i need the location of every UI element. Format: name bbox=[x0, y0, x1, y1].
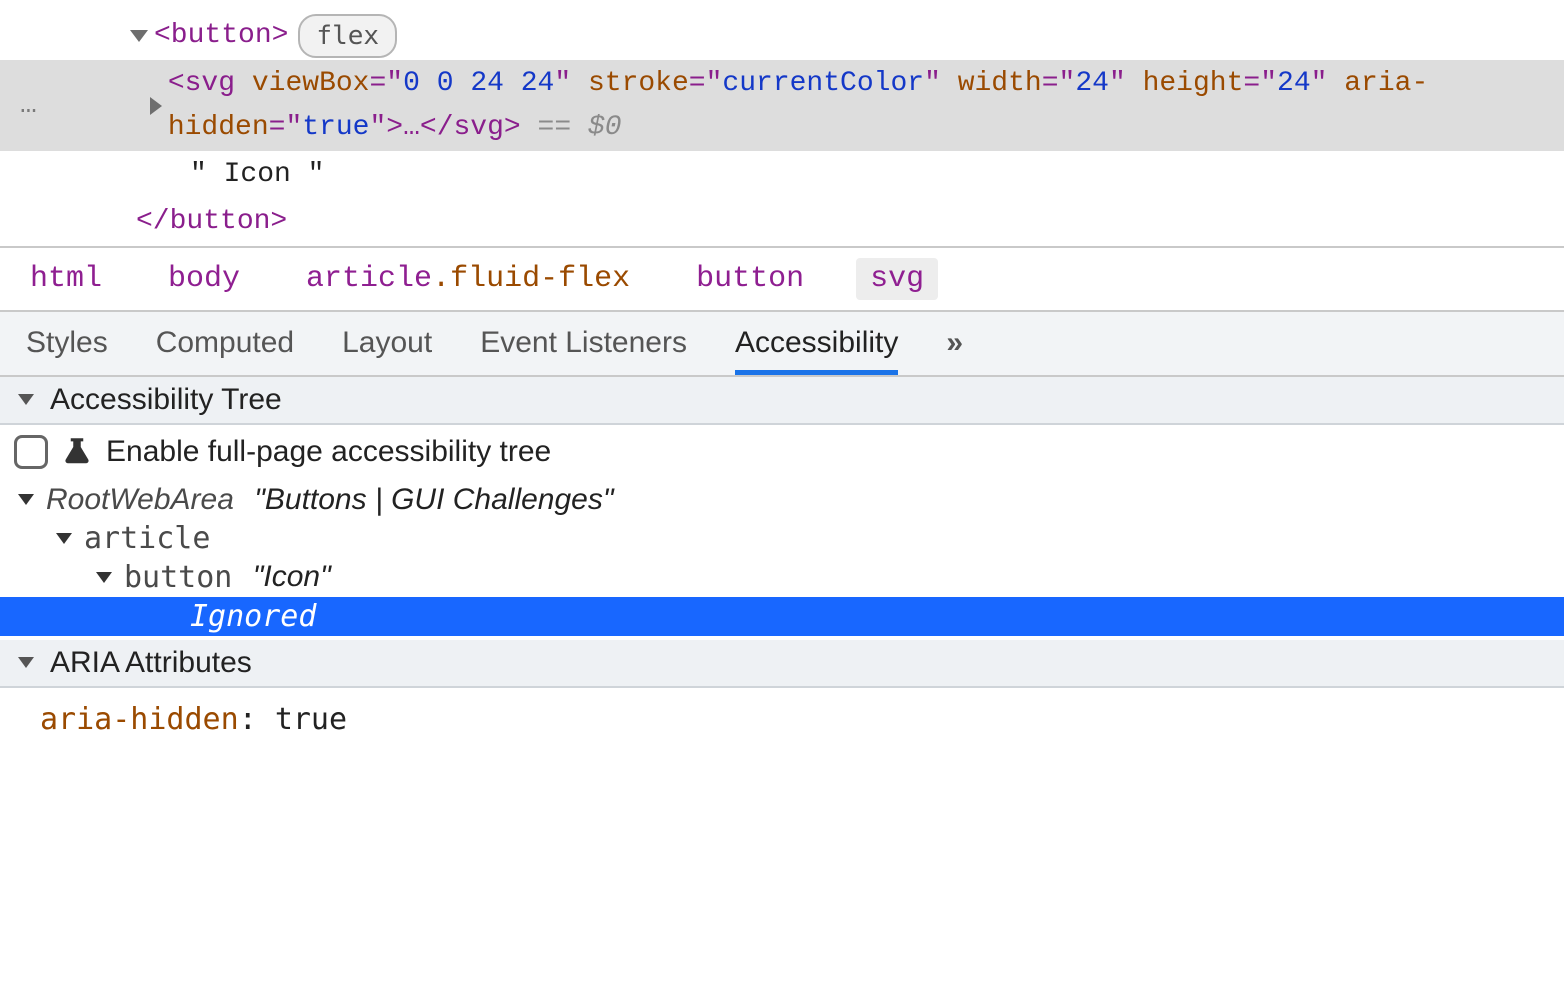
a11y-ignored-node[interactable]: Ignored bbox=[0, 597, 1564, 636]
breadcrumb-body[interactable]: body bbox=[154, 258, 254, 300]
enable-full-page-a11y-label: Enable full-page accessibility tree bbox=[106, 435, 551, 469]
aria-attributes-body: aria-hidden: true bbox=[0, 688, 1564, 755]
breadcrumb-button[interactable]: button bbox=[682, 258, 818, 300]
tab-accessibility[interactable]: Accessibility bbox=[735, 326, 898, 375]
enable-full-page-a11y-tree-row[interactable]: Enable full-page accessibility tree bbox=[0, 425, 1564, 479]
a11y-tree-header[interactable]: Accessibility Tree bbox=[0, 377, 1564, 425]
aria-attr-val: true bbox=[275, 702, 347, 737]
button-close-tag: </button> bbox=[136, 200, 287, 243]
expand-arrow-icon[interactable] bbox=[130, 30, 148, 42]
attr-name: height bbox=[1143, 68, 1244, 99]
attr-value: true bbox=[302, 112, 369, 143]
dom-svg-row[interactable]: … <svg viewBox="0 0 24 24" stroke="curre… bbox=[0, 60, 1564, 151]
collapse-triangle-icon[interactable] bbox=[18, 394, 34, 405]
aria-attributes-header[interactable]: ARIA Attributes bbox=[0, 640, 1564, 688]
attr-value: currentColor bbox=[722, 68, 924, 99]
attr-name: stroke bbox=[588, 68, 689, 99]
collapse-triangle-icon[interactable] bbox=[18, 657, 34, 668]
enable-full-page-a11y-checkbox[interactable] bbox=[14, 435, 48, 469]
aria-attr-key: aria-hidden bbox=[40, 702, 239, 737]
tab-event-listeners[interactable]: Event Listeners bbox=[480, 326, 687, 374]
dom-button-close-row[interactable]: </button> bbox=[0, 198, 1564, 245]
chevron-down-icon[interactable] bbox=[56, 533, 72, 544]
a11y-tree[interactable]: RootWebArea "Buttons | GUI Challenges" a… bbox=[0, 479, 1564, 640]
breadcrumb[interactable]: html body article.fluid-flex button svg bbox=[0, 246, 1564, 312]
elements-subpanels-tabstrip[interactable]: Styles Computed Layout Event Listeners Acces… bbox=[0, 312, 1564, 377]
a11y-article[interactable]: article bbox=[0, 519, 1564, 558]
flex-badge[interactable]: flex bbox=[298, 14, 397, 58]
attr-value: 0 0 24 24 bbox=[403, 68, 554, 99]
a11y-button[interactable]: button "Icon" bbox=[0, 558, 1564, 597]
textnode-icon: " Icon " bbox=[190, 153, 324, 196]
tab-computed[interactable]: Computed bbox=[156, 326, 294, 374]
attr-name: width bbox=[958, 68, 1042, 99]
elements-dom-tree[interactable]: <button> flex … <svg viewBox="0 0 24 24"… bbox=[0, 0, 1564, 246]
breadcrumb-svg[interactable]: svg bbox=[856, 258, 938, 300]
dom-button-open-row[interactable]: <button> flex bbox=[0, 12, 1564, 60]
tab-layout[interactable]: Layout bbox=[342, 326, 432, 374]
dom-textnode-row[interactable]: " Icon " bbox=[0, 151, 1564, 198]
breadcrumb-html[interactable]: html bbox=[16, 258, 116, 300]
a11y-root[interactable]: RootWebArea "Buttons | GUI Challenges" bbox=[0, 481, 1564, 519]
tabs-overflow-icon[interactable]: » bbox=[946, 326, 967, 374]
aria-attributes-header-label: ARIA Attributes bbox=[50, 646, 252, 680]
attr-value: 24 bbox=[1277, 68, 1311, 99]
selected-row-ellipsis-icon[interactable]: … bbox=[10, 84, 70, 127]
svg-tag-source: <svg viewBox="0 0 24 24" stroke="current… bbox=[168, 62, 1564, 149]
tab-styles[interactable]: Styles bbox=[26, 326, 108, 374]
button-open-tag: <button> bbox=[154, 14, 288, 57]
breadcrumb-article[interactable]: article.fluid-flex bbox=[292, 258, 644, 300]
attr-value: 24 bbox=[1075, 68, 1109, 99]
attr-name: viewBox bbox=[252, 68, 370, 99]
collapsed-arrow-icon[interactable] bbox=[150, 97, 162, 115]
experiment-beaker-icon bbox=[62, 435, 92, 469]
chevron-down-icon[interactable] bbox=[96, 572, 112, 583]
chevron-down-icon[interactable] bbox=[18, 494, 34, 505]
a11y-tree-header-label: Accessibility Tree bbox=[50, 383, 282, 417]
